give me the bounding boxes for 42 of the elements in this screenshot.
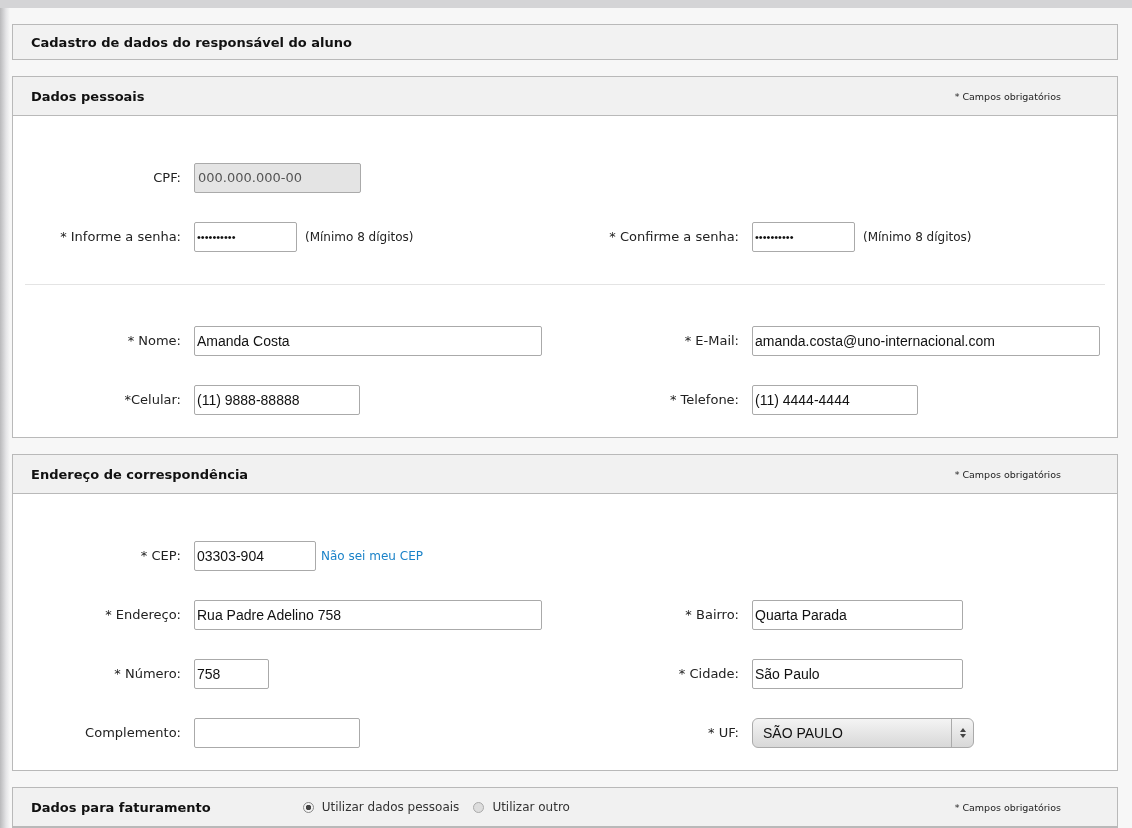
input-field[interactable]: 758 [194,658,269,689]
input-field[interactable]: Amanda Costa [194,325,542,356]
section-title: Dados pessoais [31,88,145,104]
radio-button[interactable] [302,801,314,813]
field-label: * Nome: [126,333,182,348]
field-label: * CEP: [139,548,182,563]
cep-link[interactable]: Não sei meu CEP [321,548,423,563]
input-field[interactable]: amanda.costa@uno-internacional.com [752,325,1100,356]
password-field[interactable]: •••••••••• [194,221,297,252]
radio-option[interactable]: Utilizar outro [473,800,570,814]
field-label: *Celular: [123,392,182,407]
field-label: CPF: [152,170,182,185]
field-label: * Telefone: [668,392,740,407]
input-field[interactable] [194,717,360,748]
section-title: Endereço de correspondência [31,466,249,482]
section-title: Dados para faturamento [31,799,211,815]
required-note: * Campos obrigatórios [954,90,1062,102]
required-note: * Campos obrigatórios [954,468,1062,480]
input-field[interactable]: (11) 9888-88888 [194,384,360,415]
field-label: * Número: [113,666,182,681]
field-label: * Cidade: [677,666,740,681]
password-field[interactable]: •••••••••• [752,221,855,252]
input-field[interactable]: (11) 4444-4444 [752,384,918,415]
field-label: * UF: [707,725,740,740]
field-label: * Confirme a senha: [608,229,740,244]
updown-arrows-icon [958,726,967,739]
required-note: * Campos obrigatórios [954,801,1062,813]
input-field[interactable]: Quarta Parada [752,599,963,630]
input-field[interactable]: 03303-904 [194,540,316,571]
radio-button[interactable] [473,801,485,813]
field-hint: (Mínimo 8 dígitos) [305,229,414,244]
input-field[interactable]: São Paulo [752,658,963,689]
field-label: Complemento: [84,725,182,740]
state-select[interactable]: SÃO PAULO [752,717,974,748]
field-label: * Informe a senha: [59,229,182,244]
input-field[interactable]: Rua Padre Adelino 758 [194,599,542,630]
field-hint: (Mínimo 8 dígitos) [863,229,972,244]
field-label: * E-Mail: [683,333,740,348]
field-label: * Bairro: [684,607,740,622]
page-title: Cadastro de dados do responsável do aluno [31,34,352,50]
radio-option[interactable]: Utilizar dados pessoais [302,800,460,814]
field-label: * Endereço: [104,607,182,622]
